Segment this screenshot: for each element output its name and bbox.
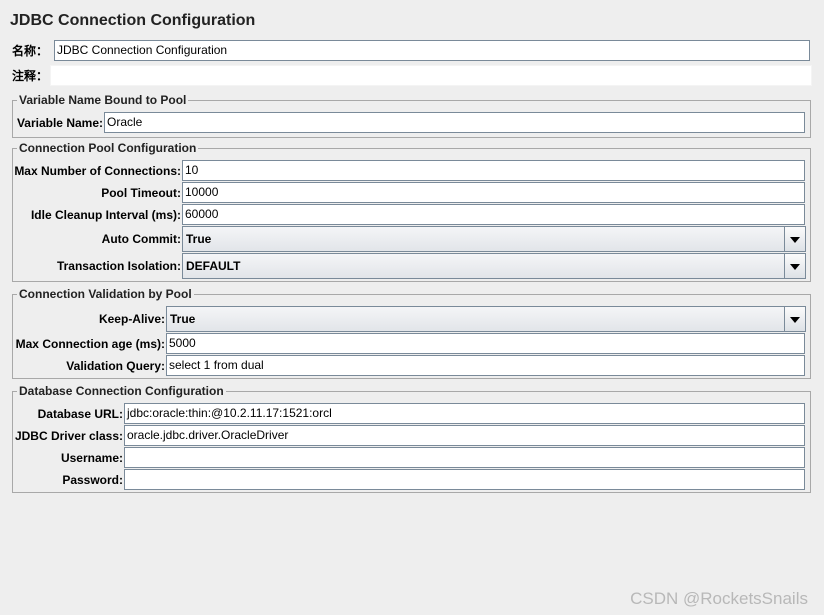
transaction-isolation-value: DEFAULT (186, 259, 241, 273)
validation-query-label: Validation Query: (66, 359, 165, 373)
jdbc-driver-class-label: JDBC Driver class: (14, 429, 123, 443)
name-field[interactable]: JDBC Connection Configuration (54, 40, 810, 61)
keep-alive-value: True (170, 312, 196, 326)
idle-cleanup-field[interactable]: 60000 (182, 204, 805, 225)
username-label: Username: (60, 451, 123, 465)
variable-name-group-legend: Variable Name Bound to Pool (19, 93, 187, 107)
variable-name-label: Variable Name: (16, 116, 103, 130)
keep-alive-label: Keep-Alive: (98, 312, 165, 326)
database-connection-group-legend: Database Connection Configuration (19, 384, 224, 398)
database-url-label: Database URL: (37, 407, 123, 421)
comment-label: 注释： (12, 69, 49, 83)
chevron-down-icon (790, 264, 800, 270)
max-connections-label: Max Number of Connections: (14, 164, 181, 178)
keep-alive-dropdown-button[interactable] (784, 307, 805, 331)
page-title: JDBC Connection Configuration (10, 12, 256, 29)
max-connections-field[interactable]: 10 (182, 160, 805, 181)
watermark-text: CSDN @RocketsSnails (630, 589, 808, 608)
max-connection-age-label: Max Connection age (ms): (15, 337, 165, 351)
pool-timeout-field[interactable]: 10000 (182, 182, 805, 203)
validation-query-field[interactable]: select 1 from dual (166, 355, 805, 376)
variable-name-field[interactable]: Oracle (104, 112, 805, 133)
jdbc-driver-class-field[interactable]: oracle.jdbc.driver.OracleDriver (124, 425, 805, 446)
password-field[interactable] (124, 469, 805, 490)
auto-commit-select[interactable]: True (182, 226, 806, 252)
transaction-isolation-select[interactable]: DEFAULT (182, 253, 806, 279)
password-label: Password: (62, 473, 123, 487)
connection-pool-group-legend: Connection Pool Configuration (19, 141, 197, 155)
keep-alive-select[interactable]: True (166, 306, 806, 332)
name-label: 名称： (12, 44, 49, 58)
idle-cleanup-label: Idle Cleanup Interval (ms): (30, 208, 181, 222)
transaction-isolation-dropdown-button[interactable] (784, 254, 805, 278)
database-url-field[interactable]: jdbc:oracle:thin:@10.2.11.17:1521:orcl (124, 403, 805, 424)
username-field[interactable] (124, 447, 805, 468)
chevron-down-icon (790, 317, 800, 323)
auto-commit-value: True (186, 232, 212, 246)
transaction-isolation-label: Transaction Isolation: (56, 259, 181, 273)
chevron-down-icon (790, 237, 800, 243)
auto-commit-label: Auto Commit: (101, 232, 181, 246)
connection-validation-group-legend: Connection Validation by Pool (19, 287, 192, 301)
pool-timeout-label: Pool Timeout: (101, 186, 181, 200)
auto-commit-dropdown-button[interactable] (784, 227, 805, 251)
max-connection-age-field[interactable]: 5000 (166, 333, 805, 354)
comment-field[interactable] (50, 65, 812, 86)
